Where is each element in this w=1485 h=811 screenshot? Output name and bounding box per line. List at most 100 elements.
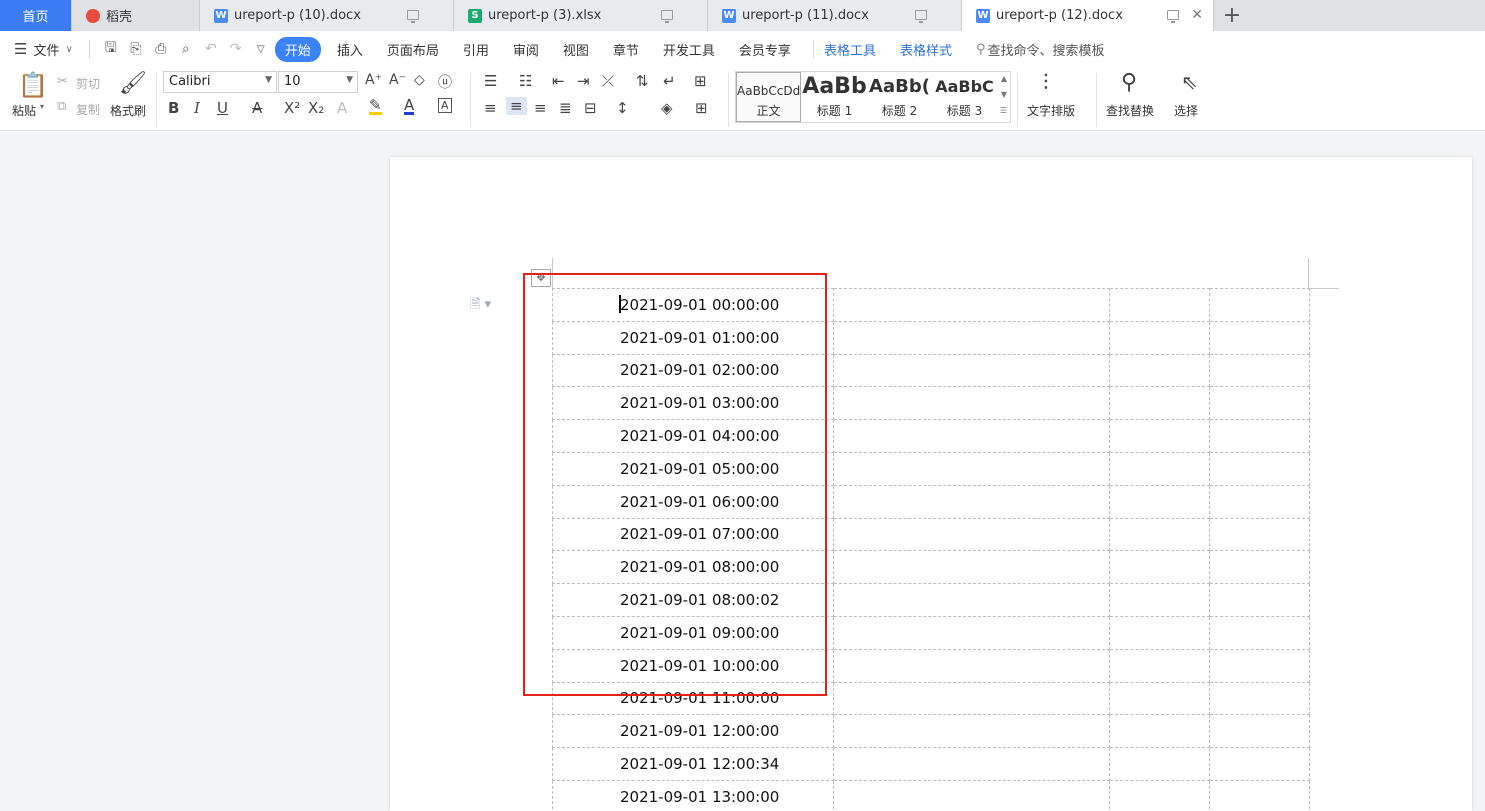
expand-gallery-icon[interactable]: ☰ <box>1000 106 1007 115</box>
numbered-list-icon[interactable]: ☷ <box>519 72 532 90</box>
tab-home[interactable]: 首页 <box>0 0 72 31</box>
empty-cell[interactable] <box>1109 320 1210 355</box>
empty-cell[interactable] <box>1209 484 1310 519</box>
empty-cell[interactable] <box>1209 451 1310 486</box>
datetime-cell[interactable]: 2021-09-01 01:00:00 <box>552 320 834 355</box>
empty-cell[interactable] <box>1109 550 1210 585</box>
empty-cell[interactable] <box>833 714 1110 749</box>
empty-cell[interactable] <box>1209 583 1310 617</box>
empty-cell[interactable] <box>1109 681 1210 716</box>
export-pdf-icon[interactable]: ⎘ <box>125 41 147 57</box>
datetime-cell[interactable]: 2021-09-01 00:00:00 <box>552 288 834 322</box>
print-icon[interactable]: ⎙ <box>150 41 172 57</box>
datetime-cell[interactable]: 2021-09-01 05:00:00 <box>552 451 834 486</box>
grow-font-icon[interactable]: A⁺ <box>365 72 382 88</box>
superscript-icon[interactable]: X² <box>284 99 300 117</box>
monitor-icon[interactable] <box>661 10 673 23</box>
empty-cell[interactable] <box>1109 451 1210 486</box>
style-normal[interactable]: AaBbCcDd 正文 <box>736 72 801 122</box>
format-painter-button[interactable]: 格式刷 <box>110 102 146 119</box>
hamburger-icon[interactable]: ☰ <box>14 40 27 58</box>
datetime-cell[interactable]: 2021-09-01 04:00:00 <box>552 419 834 453</box>
monitor-icon[interactable] <box>407 10 419 23</box>
menu-table-tools[interactable]: 表格工具 <box>824 40 876 59</box>
show-hide-marks-icon[interactable]: ↵ <box>663 72 676 90</box>
text-effect-icon[interactable]: A <box>337 99 347 117</box>
clear-format-icon[interactable]: ◇ <box>414 72 425 88</box>
print-preview-icon[interactable]: ⌕ <box>175 41 197 57</box>
tab-docer[interactable]: 稻壳 <box>72 0 200 31</box>
paragraph-menu-icon[interactable]: 🗎 ▾ <box>470 295 491 317</box>
empty-cell[interactable] <box>833 779 1110 811</box>
close-icon[interactable]: ✕ <box>1191 7 1203 23</box>
datetime-cell[interactable]: 2021-09-01 06:00:00 <box>552 484 834 519</box>
style-heading-1[interactable]: AaBb 标题 1 <box>802 72 867 122</box>
datetime-cell[interactable]: 2021-09-01 09:00:00 <box>552 615 834 650</box>
menu-insert[interactable]: 插入 <box>337 40 363 59</box>
empty-cell[interactable] <box>833 517 1110 552</box>
empty-cell[interactable] <box>1209 648 1310 683</box>
copy-button[interactable]: 复制 <box>76 101 100 118</box>
shading-icon[interactable]: ◈ <box>661 99 673 117</box>
font-name-select[interactable]: Calibri ▼ <box>163 71 277 93</box>
table-move-handle[interactable]: ✥ <box>531 269 551 287</box>
datetime-cell[interactable]: 2021-09-01 08:00:00 <box>552 550 834 585</box>
empty-cell[interactable] <box>833 386 1110 421</box>
borders-icon[interactable]: ⊞ <box>695 99 708 117</box>
empty-cell[interactable] <box>1209 517 1310 552</box>
datetime-cell[interactable]: 2021-09-01 07:00:00 <box>552 517 834 552</box>
empty-cell[interactable] <box>1109 648 1210 683</box>
empty-cell[interactable] <box>833 353 1110 388</box>
shrink-font-icon[interactable]: A⁻ <box>389 72 406 88</box>
pinyin-guide-icon[interactable]: ⓤ <box>438 72 452 92</box>
empty-cell[interactable] <box>1109 583 1210 617</box>
align-center-icon[interactable]: ≡ <box>506 97 527 115</box>
tab-xlsx-3[interactable]: Sureport-p (3).xlsx <box>454 0 708 31</box>
menu-member[interactable]: 会员专享 <box>739 40 791 59</box>
empty-cell[interactable] <box>1209 747 1310 781</box>
menu-section[interactable]: 章节 <box>613 40 639 59</box>
font-size-select[interactable]: 10 ▼ <box>278 71 358 93</box>
find-replace-button[interactable]: 查找替换 <box>1106 102 1154 119</box>
empty-cell[interactable] <box>833 550 1110 585</box>
distributed-icon[interactable]: ⊟ <box>584 99 597 117</box>
char-border-icon[interactable]: A <box>438 98 452 113</box>
datetime-cell[interactable]: 2021-09-01 10:00:00 <box>552 648 834 683</box>
line-spacing-icon[interactable]: ↕ <box>616 99 629 117</box>
bold-icon[interactable]: B <box>168 99 179 117</box>
empty-cell[interactable] <box>833 451 1110 486</box>
datetime-cell[interactable]: 2021-09-01 12:00:00 <box>552 714 834 749</box>
subscript-icon[interactable]: X₂ <box>308 99 324 117</box>
empty-cell[interactable] <box>1109 517 1210 552</box>
empty-cell[interactable] <box>1209 714 1310 749</box>
datetime-cell[interactable]: 2021-09-01 13:00:00 <box>552 779 834 811</box>
empty-cell[interactable] <box>1209 353 1310 388</box>
menu-page-layout[interactable]: 页面布局 <box>387 40 439 59</box>
empty-cell[interactable] <box>833 583 1110 617</box>
empty-cell[interactable] <box>1209 615 1310 650</box>
datetime-cell[interactable]: 2021-09-01 12:00:34 <box>552 747 834 781</box>
monitor-icon[interactable] <box>1167 10 1179 23</box>
empty-cell[interactable] <box>833 288 1110 322</box>
menu-file[interactable]: 文件 <box>33 40 59 59</box>
tab-doc-10[interactable]: Wureport-p (10).docx <box>200 0 454 31</box>
empty-cell[interactable] <box>1209 288 1310 322</box>
empty-cell[interactable] <box>1109 419 1210 453</box>
empty-cell[interactable] <box>833 320 1110 355</box>
datetime-cell[interactable]: 2021-09-01 11:00:00 <box>552 681 834 716</box>
chinese-layout-icon[interactable]: ⤫ <box>602 72 614 90</box>
menu-review[interactable]: 审阅 <box>513 40 539 59</box>
menu-table-style[interactable]: 表格样式 <box>900 40 952 59</box>
justify-icon[interactable]: ≣ <box>559 99 572 117</box>
customize-toolbar-icon[interactable]: ▽ <box>250 44 272 55</box>
empty-cell[interactable] <box>1109 779 1210 811</box>
empty-cell[interactable] <box>833 747 1110 781</box>
empty-cell[interactable] <box>1209 419 1310 453</box>
empty-cell[interactable] <box>1109 747 1210 781</box>
style-heading-3[interactable]: AaBbC 标题 3 <box>932 72 997 122</box>
empty-cell[interactable] <box>1209 386 1310 421</box>
menu-references[interactable]: 引用 <box>463 40 489 59</box>
monitor-icon[interactable] <box>915 10 927 23</box>
save-icon[interactable]: 🖫 <box>100 37 122 61</box>
redo-icon[interactable]: ↷ <box>225 41 247 57</box>
